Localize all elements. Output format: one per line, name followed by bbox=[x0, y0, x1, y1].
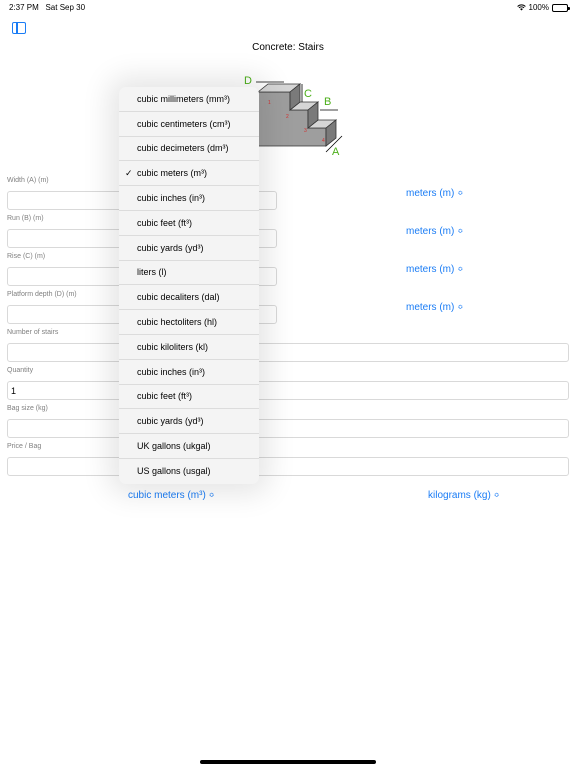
diagram-label-c: C bbox=[304, 88, 312, 100]
menu-item[interactable]: cubic yards (yd³) bbox=[119, 236, 259, 261]
quantity-input[interactable]: 1 bbox=[7, 381, 569, 400]
bag-size-label: Bag size (kg) bbox=[7, 405, 48, 412]
chevron-up-down-icon: ≎ bbox=[457, 304, 464, 311]
menu-item-label: cubic meters (m³) bbox=[137, 168, 208, 179]
platform-depth-unit-label: meters (m) bbox=[406, 302, 455, 313]
menu-item[interactable]: cubic kiloliters (kl) bbox=[119, 335, 259, 360]
chevron-up-down-icon: ≎ bbox=[457, 266, 464, 273]
menu-item[interactable]: cubic inches (in³) bbox=[119, 186, 259, 211]
run-unit-label: meters (m) bbox=[406, 226, 455, 237]
menu-item-label: cubic centimeters (cm³) bbox=[137, 118, 231, 129]
number-of-stairs-input[interactable] bbox=[7, 343, 569, 362]
menu-item-label: cubic decimeters (dm³) bbox=[137, 143, 229, 154]
diagram-label-a: A bbox=[332, 146, 340, 158]
bag-size-input[interactable] bbox=[7, 419, 569, 438]
mass-unit-label: kilograms (kg) bbox=[428, 490, 491, 501]
chevron-up-down-icon: ≎ bbox=[457, 228, 464, 235]
battery-icon bbox=[552, 3, 570, 12]
menu-item[interactable]: US gallons (usgal) bbox=[119, 459, 259, 484]
width-unit-label: meters (m) bbox=[406, 188, 455, 199]
mass-unit-selector[interactable]: kilograms (kg) ≎ bbox=[428, 490, 500, 501]
menu-item-label: cubic kiloliters (kl) bbox=[137, 341, 209, 352]
width-unit-selector[interactable]: meters (m) ≎ bbox=[406, 188, 463, 199]
status-right: 100% bbox=[516, 3, 570, 12]
menu-item-label: cubic feet (ft³) bbox=[137, 217, 193, 228]
menu-item[interactable]: cubic inches (in³) bbox=[119, 360, 259, 385]
rise-unit-label: meters (m) bbox=[406, 264, 455, 275]
menu-item[interactable]: UK gallons (ukgal) bbox=[119, 434, 259, 459]
home-indicator[interactable] bbox=[200, 760, 376, 764]
run-label: Run (B) (m) bbox=[7, 215, 44, 222]
menu-item-label: cubic inches (in³) bbox=[137, 366, 206, 377]
volume-unit-selector[interactable]: cubic meters (m³) ≎ bbox=[128, 490, 215, 501]
status-time-date: 2:37 PM Sat Sep 30 bbox=[9, 3, 85, 12]
menu-item[interactable]: cubic feet (ft³) bbox=[119, 211, 259, 236]
menu-item-label: US gallons (usgal) bbox=[137, 466, 211, 477]
sidebar-toggle-icon[interactable] bbox=[12, 22, 26, 34]
menu-item-label: cubic yards (yd³) bbox=[137, 242, 204, 253]
battery-percent: 100% bbox=[528, 3, 549, 12]
page-title: Concrete: Stairs bbox=[252, 42, 324, 53]
volume-unit-label: cubic meters (m³) bbox=[128, 490, 206, 501]
menu-item-label: cubic feet (ft³) bbox=[137, 391, 193, 402]
platform-depth-label: Platform depth (D) (m) bbox=[7, 291, 77, 298]
menu-item-label: cubic millimeters (mm³) bbox=[137, 93, 230, 104]
menu-item-selected[interactable]: ✓ cubic meters (m³) bbox=[119, 161, 259, 187]
diagram-label-b: B bbox=[324, 96, 331, 108]
menu-item-label: cubic decaliters (dal) bbox=[137, 292, 220, 303]
menu-item-label: liters (l) bbox=[137, 267, 167, 278]
number-of-stairs-label: Number of stairs bbox=[7, 329, 59, 336]
run-unit-selector[interactable]: meters (m) ≎ bbox=[406, 226, 463, 237]
stairs-shape bbox=[256, 83, 338, 147]
step-marker-3: 3 bbox=[304, 128, 307, 134]
chevron-up-down-icon: ≎ bbox=[457, 190, 464, 197]
status-bar: 2:37 PM Sat Sep 30 100% bbox=[0, 0, 576, 16]
menu-item[interactable]: cubic hectoliters (hl) bbox=[119, 310, 259, 335]
menu-item[interactable]: cubic centimeters (cm³) bbox=[119, 112, 259, 137]
menu-item-label: cubic yards (yd³) bbox=[137, 416, 204, 427]
menu-item[interactable]: liters (l) bbox=[119, 261, 259, 286]
menu-item[interactable]: cubic yards (yd³) bbox=[119, 409, 259, 435]
wifi-icon bbox=[516, 4, 526, 11]
checkmark-icon: ✓ bbox=[125, 168, 133, 179]
volume-unit-menu: cubic millimeters (mm³) cubic centimeter… bbox=[119, 87, 259, 484]
menu-item[interactable]: cubic decimeters (dm³) bbox=[119, 137, 259, 162]
menu-item-label: cubic inches (in³) bbox=[137, 193, 206, 204]
step-marker-2: 2 bbox=[286, 114, 289, 120]
rise-label: Rise (C) (m) bbox=[7, 253, 46, 260]
status-date: Sat Sep 30 bbox=[45, 3, 86, 12]
price-per-bag-label: Price / Bag bbox=[7, 443, 42, 450]
menu-item[interactable]: cubic feet (ft³) bbox=[119, 385, 259, 410]
price-per-bag-input[interactable] bbox=[7, 457, 569, 476]
step-marker-4: 4 bbox=[322, 138, 325, 144]
quantity-label: Quantity bbox=[7, 367, 34, 374]
chevron-up-down-icon: ≎ bbox=[493, 492, 500, 499]
step-marker-1: 1 bbox=[268, 100, 271, 106]
chevron-up-down-icon: ≎ bbox=[208, 492, 215, 499]
menu-item-label: cubic hectoliters (hl) bbox=[137, 317, 218, 328]
width-label: Width (A) (m) bbox=[7, 177, 49, 184]
menu-item[interactable]: cubic millimeters (mm³) bbox=[119, 87, 259, 112]
menu-item-label: UK gallons (ukgal) bbox=[137, 441, 211, 452]
status-time: 2:37 PM bbox=[9, 3, 39, 12]
platform-depth-unit-selector[interactable]: meters (m) ≎ bbox=[406, 302, 463, 313]
diagram-label-d: D bbox=[244, 75, 252, 87]
menu-item[interactable]: cubic decaliters (dal) bbox=[119, 285, 259, 311]
rise-unit-selector[interactable]: meters (m) ≎ bbox=[406, 264, 463, 275]
